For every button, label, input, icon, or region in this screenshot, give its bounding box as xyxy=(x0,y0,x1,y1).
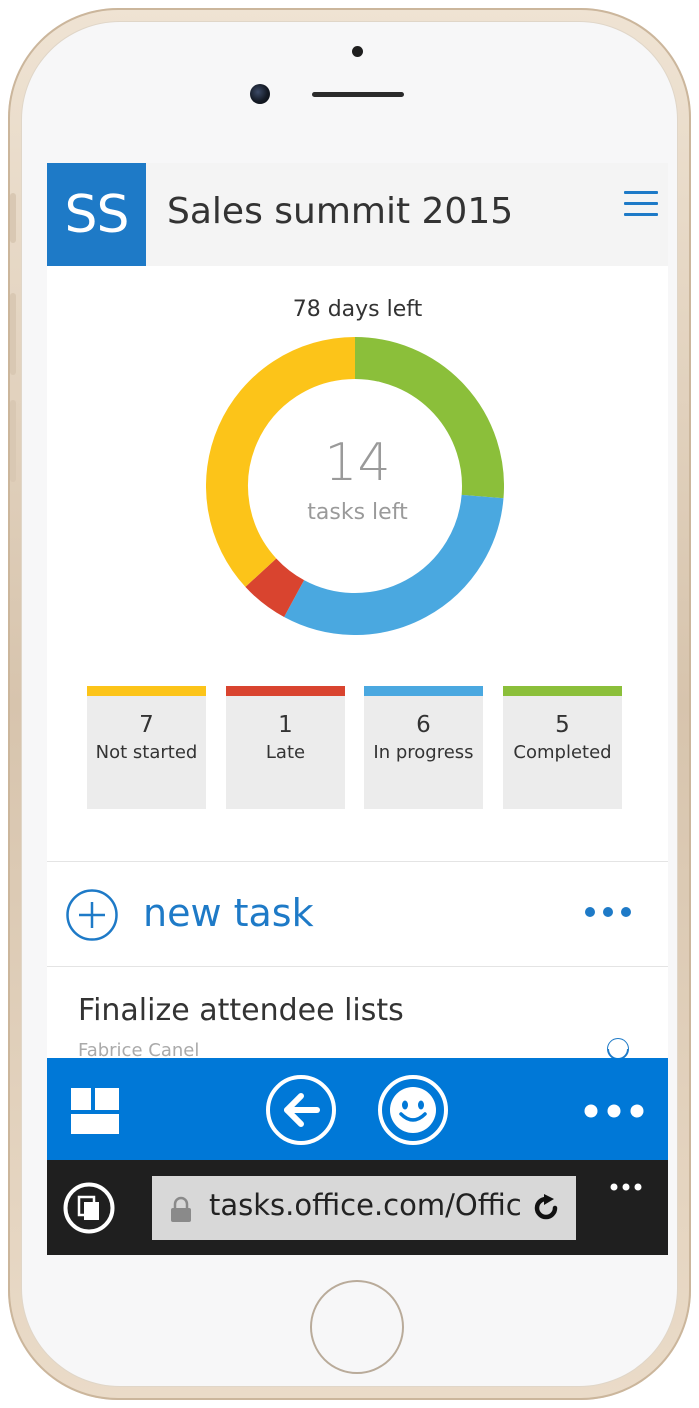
days-left-text: 78 days left xyxy=(292,297,423,322)
menu-icon[interactable] xyxy=(624,191,658,217)
new-task-button[interactable]: new task xyxy=(143,891,314,935)
status-label: Late xyxy=(265,742,306,763)
status-cards: 7 Not started 1 Late 6 In progress 5 Com… xyxy=(87,686,627,809)
divider xyxy=(47,966,668,967)
status-label: Not started xyxy=(95,742,198,763)
volume-up-button xyxy=(10,293,16,375)
lock-icon xyxy=(171,1196,191,1222)
grid-icon[interactable] xyxy=(71,1088,119,1134)
plus-circle-icon[interactable] xyxy=(65,888,119,942)
front-camera xyxy=(250,84,270,104)
status-color-bar xyxy=(364,686,483,696)
refresh-icon[interactable] xyxy=(532,1194,560,1222)
status-count: 7 xyxy=(139,712,154,738)
tasks-left-count: 14 xyxy=(324,433,391,493)
status-card-completed[interactable]: 5 Completed xyxy=(503,686,622,809)
home-button[interactable] xyxy=(310,1280,404,1374)
app-bar-more-icon[interactable] xyxy=(583,1103,645,1119)
browser-more-icon[interactable] xyxy=(609,1182,643,1192)
status-card-in-progress[interactable]: 6 In progress xyxy=(364,686,483,809)
status-count: 1 xyxy=(278,712,293,738)
app-bar xyxy=(47,1058,668,1160)
address-bar[interactable]: tasks.office.com/Offic xyxy=(152,1176,576,1240)
screen: SS Sales summit 2015 78 days left 14 tas… xyxy=(47,163,668,1255)
status-color-bar xyxy=(226,686,345,696)
status-card-late[interactable]: 1 Late xyxy=(226,686,345,809)
app-header: SS Sales summit 2015 xyxy=(47,163,668,266)
status-count: 6 xyxy=(416,712,431,738)
plan-logo-tile[interactable]: SS xyxy=(47,163,146,266)
smiley-icon[interactable] xyxy=(377,1074,449,1146)
plan-title: Sales summit 2015 xyxy=(167,191,514,232)
tabs-icon[interactable] xyxy=(63,1182,115,1234)
url-text: tasks.office.com/Offic xyxy=(209,1188,521,1222)
donut-segment-late xyxy=(245,557,305,618)
earpiece xyxy=(312,92,404,97)
status-card-not-started[interactable]: 7 Not started xyxy=(87,686,206,809)
status-color-bar xyxy=(87,686,206,696)
back-arrow-icon[interactable] xyxy=(265,1074,337,1146)
status-label: In progress xyxy=(373,742,474,763)
more-icon[interactable] xyxy=(583,905,633,919)
volume-down-button xyxy=(10,400,16,482)
status-label: Completed xyxy=(513,742,612,763)
divider xyxy=(47,861,668,862)
status-count: 5 xyxy=(555,712,570,738)
status-color-bar xyxy=(503,686,622,696)
tasks-left-label: tasks left xyxy=(307,500,408,525)
task-title[interactable]: Finalize attendee lists xyxy=(78,993,404,1028)
browser-bar: tasks.office.com/Offic xyxy=(47,1160,668,1255)
proximity-sensor xyxy=(352,46,363,57)
mute-switch xyxy=(10,193,16,243)
